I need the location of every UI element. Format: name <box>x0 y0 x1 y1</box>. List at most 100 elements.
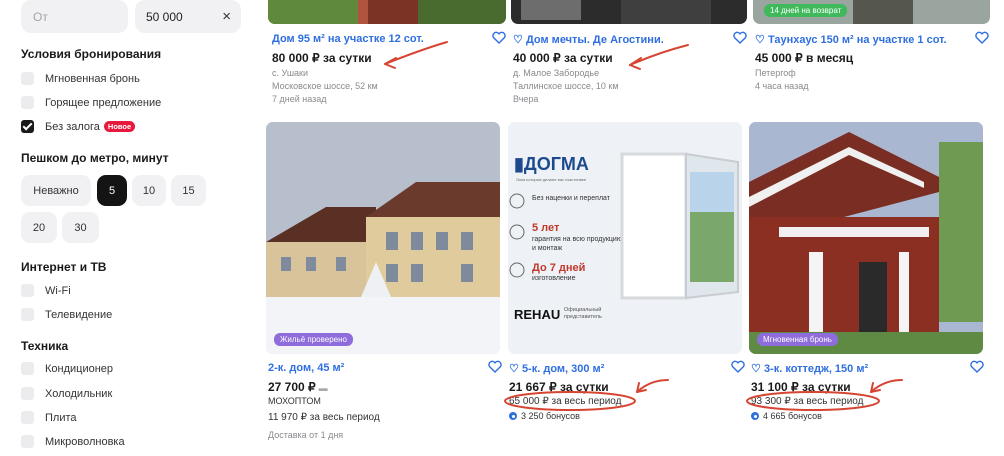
metro-chip-30[interactable]: 30 <box>62 212 99 243</box>
ad-feature-icons <box>509 193 525 278</box>
checkbox-label: Горящее предложение <box>45 96 162 109</box>
annotation-arrow <box>629 44 689 66</box>
price-from-input[interactable]: От <box>21 0 128 33</box>
listing-period-price: 93 300 ₽ за весь период <box>751 396 864 407</box>
ad-banner[interactable]: ▮ДОГМА Окна которые делают вас счастливе… <box>508 122 742 354</box>
bonus-text: 4 665 бонусов <box>763 411 822 421</box>
rehau-logo: REHAU <box>514 307 561 322</box>
listing-photo[interactable]: Мгновенная бронь <box>749 122 983 354</box>
annotation-arrowhead <box>636 382 647 393</box>
listing-photo[interactable]: Жильё проверено <box>266 122 500 354</box>
checkbox-fridge[interactable]: Холодильник <box>21 387 112 400</box>
checkbox-label: Без залога <box>45 120 100 133</box>
heart-prefix-icon: ♡ <box>513 34 523 46</box>
checkbox-label: Кондиционер <box>45 362 114 375</box>
metro-chip-10[interactable]: 10 <box>132 175 166 206</box>
checkbox-box[interactable] <box>21 362 34 375</box>
house-photo-image <box>511 0 747 24</box>
favorite-heart-icon[interactable] <box>731 360 745 373</box>
bonus-icon <box>509 412 517 420</box>
heart-prefix-icon: ♡ <box>751 363 761 375</box>
checkbox-wifi[interactable]: Wi-Fi <box>21 284 71 297</box>
favorite-heart-icon[interactable] <box>492 31 506 44</box>
checkbox-box[interactable] <box>21 284 34 297</box>
bonus-info: 3 250 бонусов <box>509 411 580 421</box>
checkbox-label: Холодильник <box>45 387 113 400</box>
booking-title: Условия бронирования <box>21 47 162 61</box>
clear-icon[interactable]: × <box>222 8 231 25</box>
listing-price: 40 000 ₽ за сутки <box>513 51 613 65</box>
annotation-arrowhead <box>870 382 881 393</box>
listing-title[interactable]: ♡ 5-к. дом, 300 м² <box>509 362 604 375</box>
heart-prefix-icon: ♡ <box>509 363 519 375</box>
listing-title[interactable]: Дом 95 м² на участке 12 сот. <box>272 33 424 45</box>
metro-chip-any[interactable]: Неважно <box>21 175 91 206</box>
annotation-arrow <box>870 379 903 393</box>
checkbox-ac[interactable]: Кондиционер <box>21 362 113 375</box>
listing-time: 7 дней назад <box>272 94 327 104</box>
listing-title-text: 5-к. дом, 300 м² <box>521 363 605 375</box>
checkbox-no-deposit[interactable]: Без залога Новое <box>21 120 136 133</box>
listing-title-text: Таунхаус 150 м² на участке 1 сот. <box>767 34 947 46</box>
checkbox-label: Телевидение <box>45 308 113 321</box>
ad-brand-text: ДОГМА <box>523 154 589 174</box>
listing-road: Таллинское шоссе, 10 км <box>513 81 619 91</box>
listing-title[interactable]: ♡ 3-к. коттедж, 150 м² <box>751 362 868 375</box>
new-badge: Новое <box>103 121 136 132</box>
bonus-icon <box>751 412 759 420</box>
metro-chip-20[interactable]: 20 <box>21 212 57 243</box>
favorite-heart-icon[interactable] <box>975 31 989 44</box>
listing-place: с. Ушаки <box>272 68 309 78</box>
annotation-arrowhead <box>629 57 642 70</box>
listing-title[interactable]: 2-к. дом, 45 м² <box>268 362 344 374</box>
return-badge: 14 дней на возврат <box>764 4 848 17</box>
metro-chip-5[interactable]: 5 <box>97 175 127 206</box>
listing-time: 4 часа назад <box>755 81 809 91</box>
checkbox-box-checked[interactable] <box>21 120 34 133</box>
listing-price: 80 000 ₽ за сутки <box>272 51 372 65</box>
checkbox-box[interactable] <box>21 308 34 321</box>
listing-title[interactable]: ♡ Таунхаус 150 м² на участке 1 сот. <box>755 33 947 46</box>
price-to-input[interactable]: 50 000 × <box>135 0 241 33</box>
checkbox-instant-booking[interactable]: Мгновенная бронь <box>21 72 140 85</box>
listing-price-text: 27 700 ₽ <box>268 380 316 394</box>
checkbox-box[interactable] <box>21 72 34 85</box>
listing-photo[interactable] <box>268 0 506 24</box>
checkbox-tv[interactable]: Телевидение <box>21 308 112 321</box>
listing-photo[interactable] <box>511 0 747 24</box>
instant-booking-badge: Мгновенная бронь <box>757 333 838 346</box>
house-photo-image <box>268 0 506 24</box>
checkbox-stove[interactable]: Плита <box>21 411 77 424</box>
checkbox-box[interactable] <box>21 435 34 448</box>
winter-house-image <box>266 122 500 354</box>
dogma-logo-icon: ▮ <box>514 154 524 174</box>
checkbox-microwave[interactable]: Микроволновка <box>21 435 125 448</box>
ad-partner-note: Официальный представитель <box>564 307 602 320</box>
metro-chip-15[interactable]: 15 <box>171 175 206 206</box>
cottage-image <box>749 122 983 354</box>
listing-price: 31 100 ₽ за сутки <box>751 380 851 394</box>
tech-title: Техника <box>21 339 69 353</box>
price-from-placeholder: От <box>33 9 48 24</box>
favorite-heart-icon[interactable] <box>488 360 502 373</box>
listing-title[interactable]: ♡ Дом мечты. Де Агостини. <box>513 33 664 46</box>
listing-place: Петергоф <box>755 68 796 78</box>
favorite-heart-icon[interactable] <box>733 31 747 44</box>
ad-point: Без наценки и переплат <box>532 195 610 202</box>
checkbox-label: Микроволновка <box>45 435 125 448</box>
checkbox-box[interactable] <box>21 411 34 424</box>
listing-road: Московское шоссе, 52 км <box>272 81 378 91</box>
internet-title: Интернет и ТВ <box>21 260 107 274</box>
listing-photo[interactable]: 14 дней на возврат <box>753 0 990 24</box>
checkbox-label: Мгновенная бронь <box>45 72 140 85</box>
listing-price: 21 667 ₽ за сутки <box>509 380 609 394</box>
listing-title-text: Дом мечты. Де Агостини. <box>525 34 664 46</box>
annotation-arrowhead <box>384 57 397 69</box>
listing-title-text: 3-к. коттедж, 150 м² <box>763 363 869 375</box>
checkbox-box[interactable] <box>21 387 34 400</box>
ad-tagline: Окна которые делают вас счастливее <box>516 177 587 182</box>
checkbox-hot-offer[interactable]: Горящее предложение <box>21 96 161 109</box>
listing-place: д. Малое Забородье <box>513 68 600 78</box>
favorite-heart-icon[interactable] <box>970 360 984 373</box>
checkbox-box[interactable] <box>21 96 34 109</box>
